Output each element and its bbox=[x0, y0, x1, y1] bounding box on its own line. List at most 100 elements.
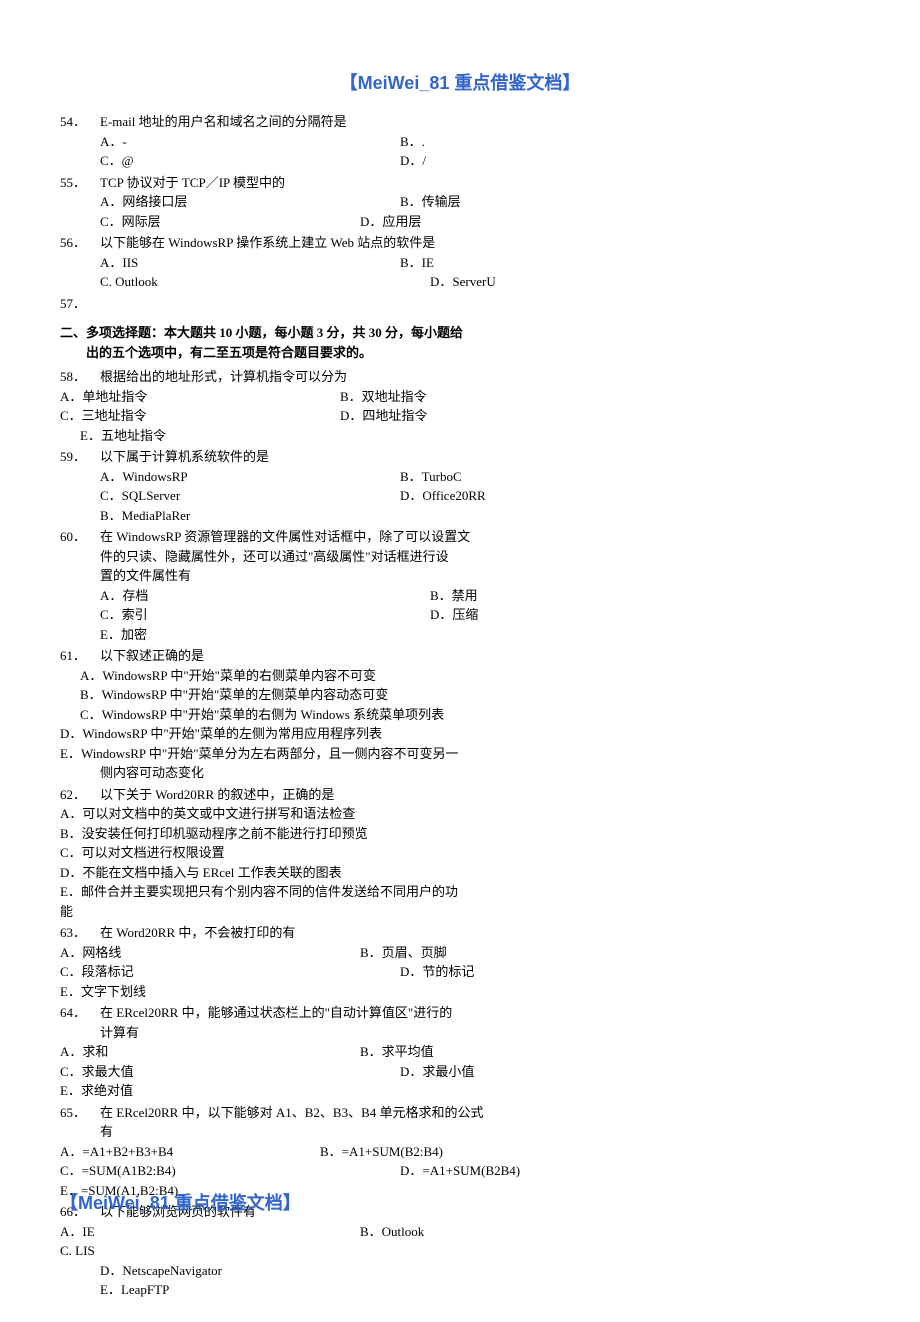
opt-d: D．/ bbox=[400, 151, 580, 171]
q-num: 55． bbox=[60, 173, 100, 193]
question-55: 55． TCP 协议对于 TCP／IP 模型中的 A．网络接口层B．传输层 C．… bbox=[60, 173, 580, 232]
question-59: 59． 以下属于计算机系统软件的是 A．WindowsRPB．TurboC C．… bbox=[60, 447, 580, 525]
opt-a: A．存档 bbox=[100, 586, 430, 606]
q-text-cont: 件的只读、隐藏属性外，还可以通过"高级属性"对话框进行设 bbox=[60, 547, 580, 567]
opt-e: E．求绝对值 bbox=[60, 1081, 580, 1101]
section-2-title: 二、多项选择题：本大题共 10 小题，每小题 3 分，共 30 分，每小题给 出… bbox=[60, 323, 540, 362]
opt-a: A．求和 bbox=[60, 1042, 360, 1062]
q-num: 65． bbox=[60, 1103, 100, 1123]
opt-d: D．求最小值 bbox=[400, 1062, 474, 1082]
opt-a: A．单地址指令 bbox=[60, 387, 340, 407]
opt-e: E．邮件合并主要实现把只有个别内容不同的信件发送给不同用户的功 bbox=[60, 882, 580, 902]
opt-a: A．WindowsRP 中"开始"菜单的右侧菜单内容不可变 bbox=[60, 666, 580, 686]
question-66: 66． 以下能够浏览网页的软件有 A．IEB．Outlook C. LIS D．… bbox=[60, 1202, 580, 1300]
q-text-cont: 置的文件属性有 bbox=[60, 566, 580, 586]
question-60: 60． 在 WindowsRP 资源管理器的文件属性对话框中，除了可以设置文 件… bbox=[60, 527, 580, 644]
opt-e-cont: 侧内容可动态变化 bbox=[60, 763, 580, 783]
question-54: 54． E-mail 地址的用户名和域名之间的分隔符是 A．-B．. C．@D．… bbox=[60, 112, 580, 171]
opt-b: B．禁用 bbox=[430, 586, 478, 606]
opt-d: D．Office20RR bbox=[400, 486, 580, 506]
q-text: 根据给出的地址形式，计算机指令可以分为 bbox=[100, 367, 580, 387]
opt-b: B．Outlook bbox=[360, 1222, 424, 1242]
opt-b: B．TurboC bbox=[400, 467, 580, 487]
opt-d: D．四地址指令 bbox=[340, 406, 427, 426]
q-num: 62． bbox=[60, 785, 100, 805]
document-page: 【MeiWei_81 重点借鉴文档】 54． E-mail 地址的用户名和域名之… bbox=[0, 0, 920, 1322]
opt-b: B．双地址指令 bbox=[340, 387, 427, 407]
opt-c: C．@ bbox=[100, 151, 400, 171]
opt-d: D．WindowsRP 中"开始"菜单的左侧为常用应用程序列表 bbox=[60, 724, 580, 744]
question-64: 64． 在 ERcel20RR 中，能够通过状态栏上的"自动计算值区"进行的 计… bbox=[60, 1003, 580, 1101]
opt-e: E．加密 bbox=[60, 625, 580, 645]
q-text: 以下能够在 WindowsRP 操作系统上建立 Web 站点的软件是 bbox=[100, 233, 580, 253]
opt-b: B．. bbox=[400, 132, 580, 152]
opt-e: E．文字下划线 bbox=[60, 982, 580, 1002]
q-num: 54． bbox=[60, 112, 100, 132]
opt-d: D．节的标记 bbox=[400, 962, 474, 982]
opt-e: E．WindowsRP 中"开始"菜单分为左右两部分，且一侧内容不可变另一 bbox=[60, 744, 580, 764]
opt-d: D．ServerU bbox=[430, 272, 496, 292]
opt-c: C．=SUM(A1B2:B4) bbox=[60, 1161, 400, 1181]
q-num: 59． bbox=[60, 447, 100, 467]
opt-a: A．网络接口层 bbox=[100, 192, 400, 212]
question-56: 56． 以下能够在 WindowsRP 操作系统上建立 Web 站点的软件是 A… bbox=[60, 233, 580, 292]
opt-e: E．LeapFTP bbox=[60, 1280, 580, 1300]
q-num: 57． bbox=[60, 294, 100, 314]
q-text: 在 WindowsRP 资源管理器的文件属性对话框中，除了可以设置文 bbox=[100, 527, 580, 547]
opt-d: D．压缩 bbox=[430, 605, 478, 625]
opt-d: D．NetscapeNavigator bbox=[60, 1261, 580, 1281]
opt-c: C．WindowsRP 中"开始"菜单的右侧为 Windows 系统菜单项列表 bbox=[60, 705, 580, 725]
opt-a: A．可以对文档中的英文或中文进行拼写和语法检查 bbox=[60, 804, 580, 824]
q-text: 在 Word20RR 中，不会被打印的有 bbox=[100, 923, 580, 943]
opt-c: C．可以对文档进行权限设置 bbox=[60, 843, 580, 863]
q-num: 63． bbox=[60, 923, 100, 943]
q-num: 58． bbox=[60, 367, 100, 387]
page-footer: 【MeiWei_81 重点借鉴文档】 bbox=[60, 1190, 301, 1217]
opt-c: C．三地址指令 bbox=[60, 406, 340, 426]
opt-c: C．索引 bbox=[100, 605, 430, 625]
opt-c: C. Outlook bbox=[100, 272, 430, 292]
opt-b: B．没安装任何打印机驱动程序之前不能进行打印预览 bbox=[60, 824, 580, 844]
q-num: 56． bbox=[60, 233, 100, 253]
q-text-cont: 计算有 bbox=[60, 1023, 580, 1043]
question-57: 57． bbox=[60, 294, 580, 314]
opt-a: A．WindowsRP bbox=[100, 467, 400, 487]
opt-c: C. LIS bbox=[60, 1241, 580, 1261]
opt-d: D．=A1+SUM(B2B4) bbox=[400, 1161, 520, 1181]
q-text: 在 ERcel20RR 中，以下能够对 A1、B2、B3、B4 单元格求和的公式 bbox=[100, 1103, 580, 1123]
q-text: 以下叙述正确的是 bbox=[100, 646, 580, 666]
opt-c: C．SQLServer bbox=[100, 486, 400, 506]
opt-e-cont: 能 bbox=[60, 902, 580, 922]
q-text-cont: 有 bbox=[60, 1122, 580, 1142]
opt-b: B．页眉、页脚 bbox=[360, 943, 447, 963]
page-header: 【MeiWei_81 重点借鉴文档】 bbox=[60, 70, 860, 97]
q-num: 61． bbox=[60, 646, 100, 666]
opt-a: A．=A1+B2+B3+B4 bbox=[60, 1142, 320, 1162]
opt-a: A．IE bbox=[60, 1222, 360, 1242]
q-text: 以下关于 Word20RR 的叙述中，正确的是 bbox=[100, 785, 580, 805]
opt-b: B．=A1+SUM(B2:B4) bbox=[320, 1142, 443, 1162]
opt-d: D．应用层 bbox=[360, 212, 421, 232]
opt-b: B．IE bbox=[400, 253, 580, 273]
section-title-line2: 出的五个选项中，有二至五项是符合题目要求的。 bbox=[60, 343, 540, 363]
q-text: 在 ERcel20RR 中，能够通过状态栏上的"自动计算值区"进行的 bbox=[100, 1003, 580, 1023]
question-58: 58． 根据给出的地址形式，计算机指令可以分为 A．单地址指令B．双地址指令 C… bbox=[60, 367, 580, 445]
opt-c: C．网际层 bbox=[100, 212, 360, 232]
opt-c: C．段落标记 bbox=[60, 962, 400, 982]
opt-a: A．- bbox=[100, 132, 400, 152]
opt-c: C．求最大值 bbox=[60, 1062, 400, 1082]
question-65: 65． 在 ERcel20RR 中，以下能够对 A1、B2、B3、B4 单元格求… bbox=[60, 1103, 580, 1201]
q-text: E-mail 地址的用户名和域名之间的分隔符是 bbox=[100, 112, 580, 132]
q-text: TCP 协议对于 TCP／IP 模型中的 bbox=[100, 173, 580, 193]
question-63: 63． 在 Word20RR 中，不会被打印的有 A．网格线B．页眉、页脚 C．… bbox=[60, 923, 580, 1001]
opt-b: B．传输层 bbox=[400, 192, 580, 212]
content-column: 54． E-mail 地址的用户名和域名之间的分隔符是 A．-B．. C．@D．… bbox=[60, 112, 580, 1300]
q-num: 60． bbox=[60, 527, 100, 547]
opt-a: A．网格线 bbox=[60, 943, 360, 963]
q-text: 以下属于计算机系统软件的是 bbox=[100, 447, 580, 467]
opt-e: B．MediaPlaRer bbox=[60, 506, 580, 526]
opt-b: B．WindowsRP 中"开始"菜单的左侧菜单内容动态可变 bbox=[60, 685, 580, 705]
q-num: 64． bbox=[60, 1003, 100, 1023]
section-title-line1: 二、多项选择题：本大题共 10 小题，每小题 3 分，共 30 分，每小题给 bbox=[60, 323, 540, 343]
question-61: 61． 以下叙述正确的是 A．WindowsRP 中"开始"菜单的右侧菜单内容不… bbox=[60, 646, 580, 783]
